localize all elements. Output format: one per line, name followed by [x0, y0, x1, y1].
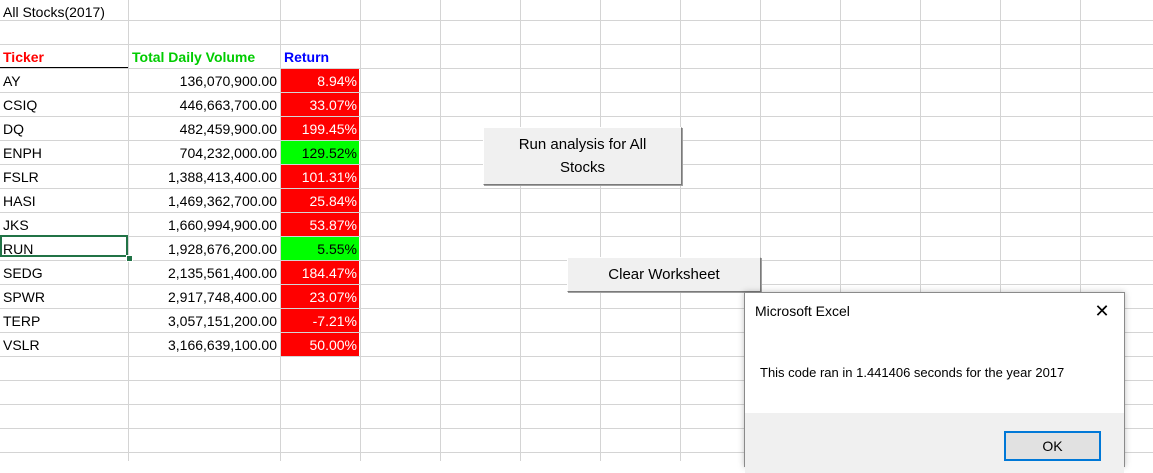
header-border — [0, 67, 128, 68]
volume-cell[interactable]: 1,928,676,200.00 — [129, 237, 277, 261]
return-cell[interactable]: 25.84% — [281, 189, 359, 212]
return-cell[interactable]: 53.87% — [281, 213, 359, 236]
run-analysis-button[interactable]: Run analysis for All Stocks — [483, 127, 682, 185]
selected-cell[interactable] — [0, 235, 128, 257]
dialog-message: This code ran in 1.441406 seconds for th… — [760, 365, 1065, 380]
volume-cell[interactable]: 704,232,000.00 — [129, 141, 277, 165]
ticker-cell[interactable]: DQ — [3, 117, 24, 141]
return-cell[interactable]: 101.31% — [281, 165, 359, 188]
header-return: Return — [284, 49, 330, 65]
clear-worksheet-button[interactable]: Clear Worksheet — [567, 257, 761, 292]
volume-cell[interactable]: 482,459,900.00 — [129, 117, 277, 141]
volume-cell[interactable]: 2,135,561,400.00 — [129, 261, 277, 285]
fill-handle[interactable] — [126, 255, 133, 262]
message-dialog: Microsoft Excel ✕ This code ran in 1.441… — [744, 292, 1125, 473]
return-value: -7.21% — [312, 313, 357, 329]
return-value: 53.87% — [309, 217, 357, 233]
ticker-cell[interactable]: CSIQ — [3, 93, 37, 117]
ticker-cell[interactable]: TERP — [3, 309, 40, 333]
ticker-cell[interactable]: VSLR — [3, 333, 40, 357]
volume-cell[interactable]: 3,166,639,100.00 — [129, 333, 277, 357]
return-value: 5.55% — [317, 241, 357, 257]
ticker-cell[interactable]: SEDG — [3, 261, 43, 285]
return-cell[interactable]: -7.21% — [281, 309, 359, 332]
return-value: 184.47% — [301, 265, 357, 281]
return-cell[interactable]: 50.00% — [281, 333, 359, 356]
ticker-cell[interactable]: HASI — [3, 189, 36, 213]
volume-cell[interactable]: 1,660,994,900.00 — [129, 213, 277, 237]
return-value: 23.07% — [309, 289, 357, 305]
return-value: 129.52% — [301, 145, 357, 161]
ticker-cell[interactable]: SPWR — [3, 285, 45, 309]
volume-cell[interactable]: 2,917,748,400.00 — [129, 285, 277, 309]
ticker-cell[interactable]: AY — [3, 69, 21, 93]
return-value: 8.94% — [317, 73, 357, 89]
return-cell[interactable]: 199.45% — [281, 117, 359, 140]
volume-cell[interactable]: 1,388,413,400.00 — [129, 165, 277, 189]
header-volume: Total Daily Volume — [132, 49, 256, 65]
return-cell[interactable]: 23.07% — [281, 285, 359, 308]
return-value: 33.07% — [309, 97, 357, 113]
return-value: 199.45% — [301, 121, 357, 137]
return-cell[interactable]: 8.94% — [281, 69, 359, 92]
header-ticker: Ticker — [3, 49, 44, 65]
ticker-cell[interactable]: FSLR — [3, 165, 39, 189]
ticker-cell[interactable]: ENPH — [3, 141, 42, 165]
volume-cell[interactable]: 3,057,151,200.00 — [129, 309, 277, 333]
close-icon[interactable]: ✕ — [1092, 299, 1112, 323]
volume-cell[interactable]: 136,070,900.00 — [129, 69, 277, 93]
ok-button[interactable]: OK — [1004, 431, 1101, 461]
return-value: 101.31% — [301, 169, 357, 185]
return-cell[interactable]: 5.55% — [281, 237, 359, 260]
ticker-cell[interactable]: JKS — [3, 213, 29, 237]
volume-cell[interactable]: 1,469,362,700.00 — [129, 189, 277, 213]
return-cell[interactable]: 129.52% — [281, 141, 359, 164]
sheet-title: All Stocks(2017) — [3, 4, 105, 20]
volume-cell[interactable]: 446,663,700.00 — [129, 93, 277, 117]
return-cell[interactable]: 184.47% — [281, 261, 359, 284]
return-value: 25.84% — [309, 193, 357, 209]
return-cell[interactable]: 33.07% — [281, 93, 359, 116]
dialog-title: Microsoft Excel — [755, 303, 850, 319]
return-value: 50.00% — [309, 337, 357, 353]
